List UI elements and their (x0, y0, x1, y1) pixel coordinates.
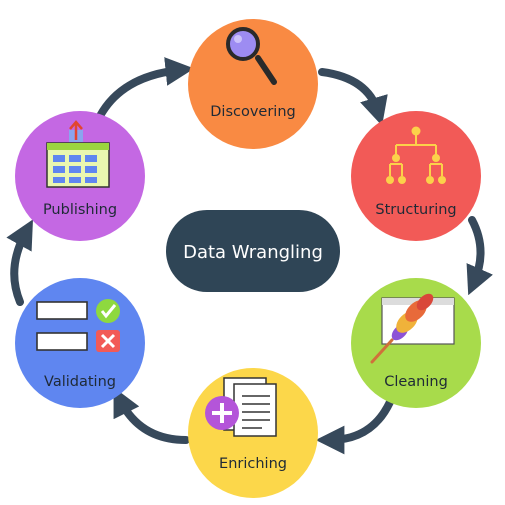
stage-label-validating: Validating (44, 374, 116, 390)
stage-validating: Validating (15, 278, 145, 408)
stage-label-discovering: Discovering (210, 104, 295, 120)
arrow-discovering-to-structuring (318, 68, 388, 126)
stage-structuring: Structuring (351, 111, 481, 241)
arrow-cleaning-to-enriching (315, 398, 394, 455)
stage-discovering: Discovering (188, 19, 318, 149)
center-label: Data Wrangling (183, 242, 323, 263)
stage-publishing: Publishing (15, 111, 145, 241)
arrow-structuring-to-cleaning (466, 216, 493, 296)
arrow-publishing-to-discovering (96, 57, 195, 120)
stage-cleaning: Cleaning (351, 278, 481, 408)
arrow-enriching-to-validating (113, 387, 190, 444)
stage-label-enriching: Enriching (219, 456, 287, 472)
stage-label-structuring: Structuring (375, 202, 456, 218)
stage-label-cleaning: Cleaning (384, 374, 448, 390)
arrow-validating-to-publishing (6, 219, 33, 306)
stage-label-publishing: Publishing (43, 202, 117, 218)
stage-enriching: Enriching (188, 368, 318, 498)
center-node: Data Wrangling (166, 210, 340, 292)
data-wrangling-cycle-diagram: Discovering Structuring Cleaning Enrichi… (6, 19, 493, 498)
